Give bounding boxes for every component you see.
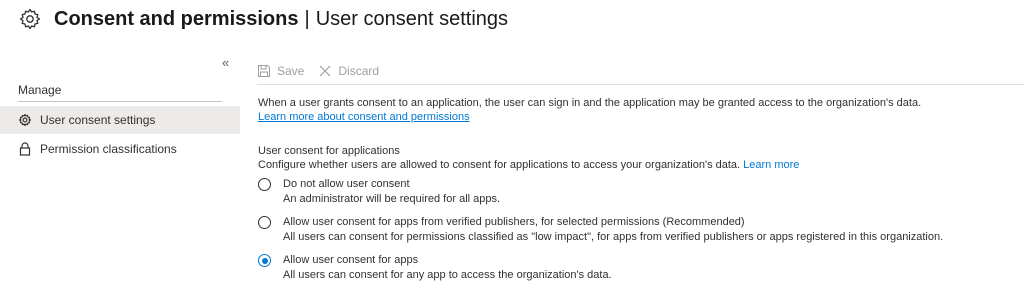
option-title: Allow user consent for apps [283, 254, 419, 266]
close-icon [319, 65, 331, 77]
sidebar-item-label: Permission classifications [40, 142, 177, 156]
page-header: Consent and permissions | User consent s… [18, 4, 508, 34]
lock-icon [17, 141, 33, 157]
save-icon [258, 65, 270, 77]
page-subtitle: User consent settings [315, 7, 509, 30]
sidebar-section-label: Manage [18, 83, 62, 97]
section-description-text: Configure whether users are allowed to c… [258, 159, 741, 171]
option-description: All users can consent for permissions cl… [283, 231, 944, 243]
radio-option-do-not-allow[interactable]: Do not allow user consent An administrat… [258, 177, 1018, 206]
collapse-sidebar-button[interactable]: « [222, 55, 229, 70]
section-label: User consent for applications [258, 145, 400, 157]
main-content: When a user grants consent to an applica… [258, 96, 1018, 282]
sidebar-item-label: User consent settings [40, 113, 156, 127]
radio-button-selected[interactable] [258, 254, 271, 267]
radio-option-allow-all[interactable]: Allow user consent for apps All users ca… [258, 253, 1018, 282]
page-title: Consent and permissions [54, 7, 299, 30]
command-bar: Save Discard [257, 58, 1024, 85]
learn-more-link[interactable]: Learn more [743, 159, 799, 171]
sidebar-divider [18, 101, 222, 102]
sidebar: « Manage User consent settings Permissio… [0, 52, 240, 299]
gear-icon [17, 112, 33, 128]
learn-more-consent-link[interactable]: Learn more about consent and permissions [258, 111, 470, 123]
discard-label: Discard [338, 64, 380, 78]
option-description: All users can consent for any app to acc… [283, 269, 612, 281]
option-description: An administrator will be required for al… [283, 193, 501, 205]
sidebar-item-permission-classifications[interactable]: Permission classifications [0, 135, 240, 163]
sidebar-item-user-consent-settings[interactable]: User consent settings [0, 106, 240, 134]
option-title: Do not allow user consent [283, 178, 410, 190]
option-title: Allow user consent for apps from verifie… [283, 216, 745, 228]
save-label: Save [277, 64, 305, 78]
discard-button[interactable]: Discard [318, 64, 379, 78]
section-description: Configure whether users are allowed to c… [258, 158, 1018, 172]
title-separator: | [304, 7, 310, 30]
radio-button[interactable] [258, 216, 271, 229]
radio-button[interactable] [258, 178, 271, 191]
save-button[interactable]: Save [257, 64, 304, 78]
radio-option-verified-publishers[interactable]: Allow user consent for apps from verifie… [258, 215, 1018, 244]
page: Consent and permissions | User consent s… [0, 0, 1024, 299]
intro-text: When a user grants consent to an applica… [258, 97, 922, 109]
gear-icon [18, 6, 44, 32]
